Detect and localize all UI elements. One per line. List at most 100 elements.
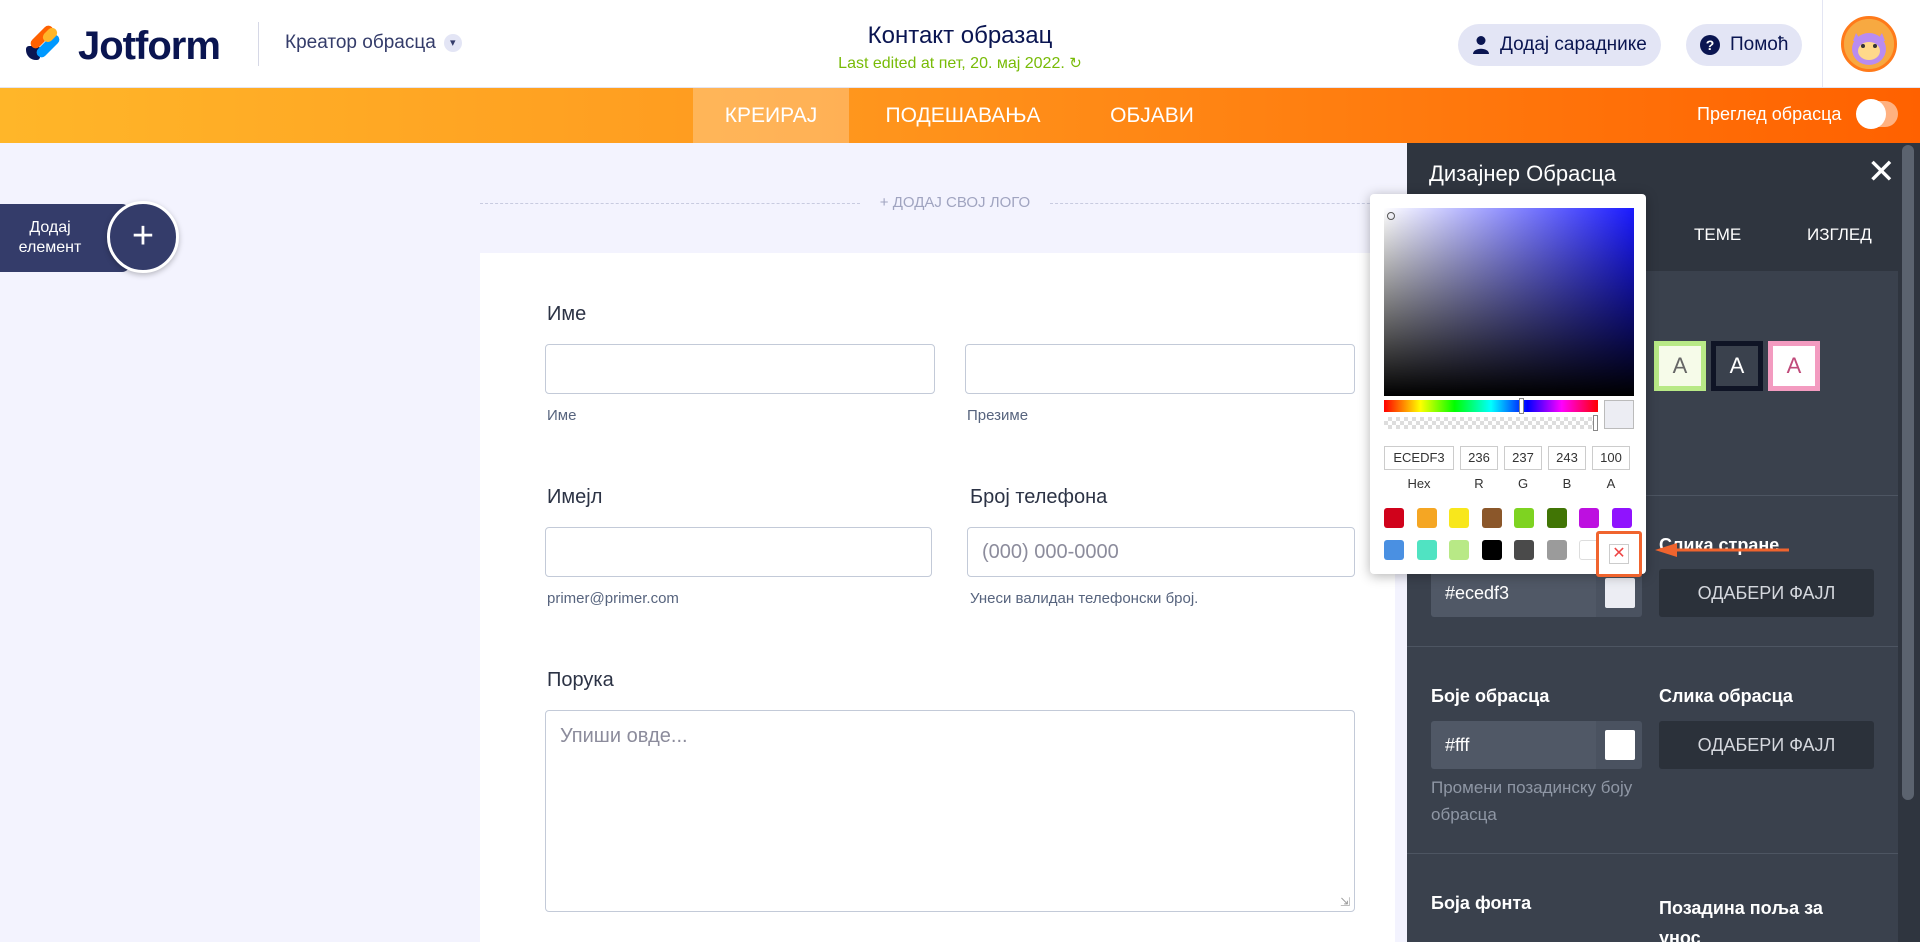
alpha-slider[interactable] xyxy=(1384,417,1598,429)
plus-icon: + xyxy=(131,215,155,257)
font-color-label: Боја фонта xyxy=(1431,893,1532,913)
close-icon[interactable]: ✕ xyxy=(1867,155,1896,189)
last-name-sublabel: Презиме xyxy=(967,407,1029,424)
clear-color-button[interactable]: ✕ xyxy=(1596,531,1642,577)
add-collaborators-button[interactable]: Додај сараднике xyxy=(1458,24,1661,66)
tab-themes[interactable]: ТЕМЕ xyxy=(1694,225,1741,245)
color-swatch[interactable] xyxy=(1416,540,1437,560)
form-colors-label: Боје обрасца xyxy=(1431,686,1550,706)
message-label: Порука xyxy=(547,669,614,691)
first-name-input[interactable] xyxy=(545,344,935,394)
panel-scrollbar-thumb[interactable] xyxy=(1902,145,1914,800)
email-sublabel: primer@primer.com xyxy=(547,590,679,607)
b-input[interactable]: 243 xyxy=(1548,446,1586,470)
color-swatch[interactable] xyxy=(1611,508,1632,528)
theme-option-green[interactable]: A xyxy=(1654,341,1706,391)
add-element-button[interactable]: + xyxy=(107,201,179,273)
g-input[interactable]: 237 xyxy=(1504,446,1542,470)
user-icon xyxy=(1472,35,1490,55)
alpha-slider-handle[interactable] xyxy=(1593,415,1598,431)
section-divider xyxy=(1407,853,1902,854)
close-icon: ✕ xyxy=(1609,544,1629,564)
form-preview-toggle[interactable] xyxy=(1856,99,1898,129)
r-input[interactable]: 236 xyxy=(1460,446,1498,470)
builder-nav: КРЕИРАЈ ПОДЕШАВАЊА ОБЈАВИ Преглед обрасц… xyxy=(0,88,1920,143)
message-placeholder: Упиши овде... xyxy=(560,725,688,747)
chevron-down-icon: ▾ xyxy=(443,34,462,52)
form-image-label: Слика обрасца xyxy=(1659,686,1793,706)
color-swatch[interactable] xyxy=(1481,540,1502,560)
color-swatch[interactable] xyxy=(1384,540,1404,560)
avatar-illustration xyxy=(1844,19,1894,69)
name-label: Име xyxy=(547,303,587,325)
logo-divider-left xyxy=(480,203,860,204)
section-divider xyxy=(1407,646,1902,647)
form-image-choose-file-button[interactable]: ОДАБЕРИ ФАЈЛ xyxy=(1659,721,1874,769)
color-swatch[interactable] xyxy=(1546,508,1567,528)
last-edited-text: Last edited at пет, 20. мај 2022. xyxy=(838,55,1065,72)
message-textarea[interactable]: Упиши овде... ⇲ xyxy=(545,710,1355,912)
theme-option-pink[interactable]: A xyxy=(1768,341,1820,391)
add-element-label: Додај елемент xyxy=(18,219,82,256)
first-name-sublabel: Име xyxy=(547,407,577,424)
form-color-help: Промени позадинску боју обрасца xyxy=(1431,778,1633,824)
help-label: Помоћ xyxy=(1730,34,1789,55)
brand-name: Jotform xyxy=(78,23,221,68)
theme-option-dark[interactable]: A xyxy=(1711,341,1763,391)
color-swatch[interactable] xyxy=(1514,508,1534,528)
question-icon: ? xyxy=(1700,35,1720,55)
phone-sublabel: Унеси валидан телефонски број. xyxy=(970,590,1199,607)
jotform-logo[interactable]: Jotform xyxy=(24,23,221,68)
tab-styles[interactable]: ИЗГЛЕД xyxy=(1807,225,1872,245)
hue-slider-handle[interactable] xyxy=(1519,398,1524,414)
color-picker-popup: ECEDF3 236 237 243 100 Hex R G B A ✕ xyxy=(1370,194,1646,577)
hex-input[interactable]: ECEDF3 xyxy=(1384,446,1454,470)
color-swatch[interactable] xyxy=(1449,508,1469,528)
logo-divider-right xyxy=(1050,203,1395,204)
hue-slider[interactable] xyxy=(1384,400,1598,412)
jotform-logo-icon xyxy=(24,23,62,66)
phone-label: Број телефона xyxy=(970,486,1108,508)
page-image-choose-file-button[interactable]: ОДАБЕРИ ФАЈЛ xyxy=(1659,569,1874,617)
last-edited[interactable]: Last edited at пет, 20. мај 2022. ↻ xyxy=(760,54,1160,73)
add-collaborators-label: Додај сараднике xyxy=(1500,34,1647,55)
tab-settings[interactable]: ПОДЕШАВАЊА xyxy=(868,88,1058,143)
color-swatch[interactable] xyxy=(1384,508,1404,528)
page-color-input[interactable]: #ecedf3 xyxy=(1431,569,1596,617)
a-input[interactable]: 100 xyxy=(1592,446,1630,470)
hex-label: Hex xyxy=(1407,476,1431,491)
account-area xyxy=(1822,0,1920,88)
color-swatch[interactable] xyxy=(1481,508,1502,528)
top-header: Jotform Креатор обрасца ▾ Контакт образа… xyxy=(0,0,1920,88)
form-preview-label: Преглед обрасца xyxy=(1697,104,1842,124)
saturation-handle[interactable] xyxy=(1387,212,1395,220)
g-label: G xyxy=(1517,476,1529,491)
refresh-icon: ↻ xyxy=(1069,55,1082,72)
help-button[interactable]: ? Помоћ xyxy=(1686,24,1803,66)
form-card: Име Име Презиме Имејл primer@primer.com … xyxy=(480,253,1395,942)
phone-input[interactable]: (000) 000-0000 xyxy=(967,527,1355,577)
tab-publish[interactable]: ОБЈАВИ xyxy=(1100,88,1204,143)
form-color-swatch[interactable] xyxy=(1596,721,1642,769)
last-name-input[interactable] xyxy=(965,344,1355,394)
resize-handle-icon[interactable]: ⇲ xyxy=(1340,895,1350,909)
annotation-arrow-icon xyxy=(1655,543,1789,557)
header-divider xyxy=(258,22,259,66)
saturation-area[interactable] xyxy=(1384,208,1634,396)
r-label: R xyxy=(1474,476,1484,491)
email-input[interactable] xyxy=(545,527,932,577)
color-swatch[interactable] xyxy=(1449,540,1469,560)
form-creator-dropdown[interactable]: Креатор обрасца ▾ xyxy=(285,32,462,54)
a-label: A xyxy=(1606,476,1616,491)
email-label: Имејл xyxy=(547,486,603,508)
color-swatch[interactable] xyxy=(1514,540,1534,560)
user-avatar[interactable] xyxy=(1841,16,1897,72)
color-swatch[interactable] xyxy=(1579,508,1599,528)
add-logo-button[interactable]: + ДОДАЈ СВОЈ ЛОГО xyxy=(860,194,1050,211)
color-swatch[interactable] xyxy=(1546,540,1567,560)
form-color-input[interactable]: #fff xyxy=(1431,721,1596,769)
tab-create[interactable]: КРЕИРАЈ xyxy=(693,88,849,143)
svg-text:?: ? xyxy=(1706,37,1715,53)
form-title[interactable]: Контакт образац xyxy=(760,22,1160,50)
color-swatch[interactable] xyxy=(1416,508,1437,528)
